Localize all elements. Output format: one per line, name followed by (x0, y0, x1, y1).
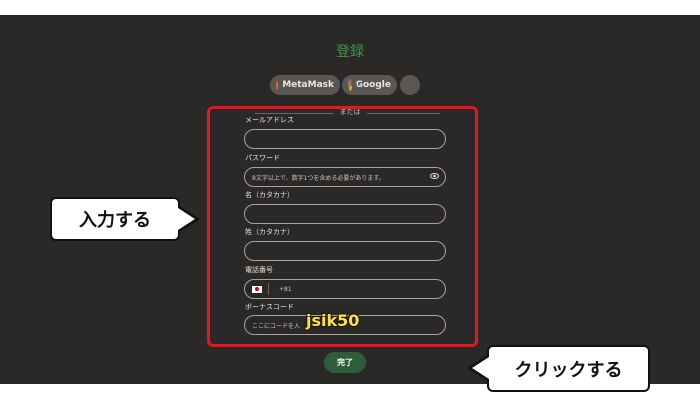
click-pointer-fill (472, 357, 489, 379)
google-g-icon (348, 79, 357, 91)
google-button[interactable]: Google (342, 75, 397, 95)
metamask-button[interactable]: MetaMask (270, 75, 340, 95)
callout-pointer-fill (178, 208, 195, 230)
bonus-code-annotation: jsik50 (306, 311, 360, 330)
google-label: Google (355, 80, 391, 90)
submit-button[interactable]: 完了 (324, 352, 366, 373)
metamask-fox-icon (276, 80, 279, 90)
metamask-label: MetaMask (282, 80, 334, 90)
page-title: 登録 (336, 44, 364, 60)
more-login-options-button[interactable] (400, 75, 420, 95)
input-callout: 入力する (50, 197, 180, 241)
click-callout: クリックする (487, 345, 650, 392)
